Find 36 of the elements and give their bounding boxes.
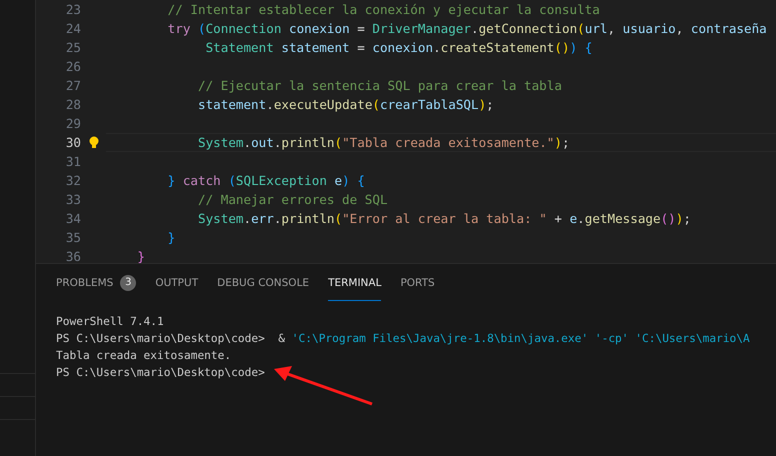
code-line: try (Connection conexion = DriverManager.getConnection(url, usuario, contraseña [166, 20, 768, 38]
line-number: 24 [64, 20, 81, 38]
terminal-line: PowerShell 7.4.1 [56, 314, 164, 330]
line-number: 25 [64, 39, 81, 57]
panel-tab[interactable]: OUTPUT [155, 264, 198, 301]
panel-tab[interactable]: PROBLEMS 3 [56, 264, 136, 301]
code-line: // Manejar errores de SQL [196, 191, 389, 209]
code-line: System.err.println("Error al crear la tabla: " + e.getMessage()); [196, 210, 692, 228]
code-line: // Ejecutar la sentencia SQL para crear la tabla [196, 77, 563, 95]
line-number: 35 [64, 229, 81, 247]
code-line: } catch (SQLException e) { [166, 172, 366, 190]
terminal-line: PS C:\Users\mario\Desktop\code> [56, 365, 265, 381]
code-line: } [166, 229, 176, 247]
line-number: 36 [64, 248, 81, 263]
line-number: 27 [64, 77, 81, 95]
code-line: // Intentar establecer la conexión y ejecutar la consulta [166, 1, 601, 19]
code-line: System.out.println("Tabla creada exitosamente."); [106, 133, 776, 152]
panel-tab[interactable]: DEBUG CONSOLE [217, 264, 310, 301]
line-number: 31 [64, 153, 81, 171]
lightbulb-icon[interactable] [88, 136, 98, 149]
line-number: 23 [64, 1, 81, 19]
panel-tab[interactable]: PORTS [400, 264, 435, 301]
panel-tab[interactable]: TERMINAL [328, 264, 382, 301]
line-number: 34 [64, 210, 81, 228]
terminal-line: PS C:\Users\mario\Desktop\code> & 'C:\Program Files\Java\jre-1.8\bin\java.exe' '-cp' 'C:\Users\mario\A [56, 331, 750, 347]
terminal-line: Tabla creada exitosamente. [56, 348, 232, 364]
code-line: Statement statement = conexion.createStatement()) { [204, 39, 594, 57]
line-number: 33 [64, 191, 81, 209]
code-line: statement.executeUpdate(crearTablaSQL); [196, 96, 495, 114]
line-number: 28 [64, 96, 81, 114]
line-number: 29 [64, 115, 81, 133]
code-line: } [136, 248, 146, 263]
line-number: 32 [64, 172, 81, 190]
line-number: 30 [64, 134, 81, 152]
line-number: 26 [64, 58, 81, 76]
count-badge: 3 [120, 274, 136, 290]
